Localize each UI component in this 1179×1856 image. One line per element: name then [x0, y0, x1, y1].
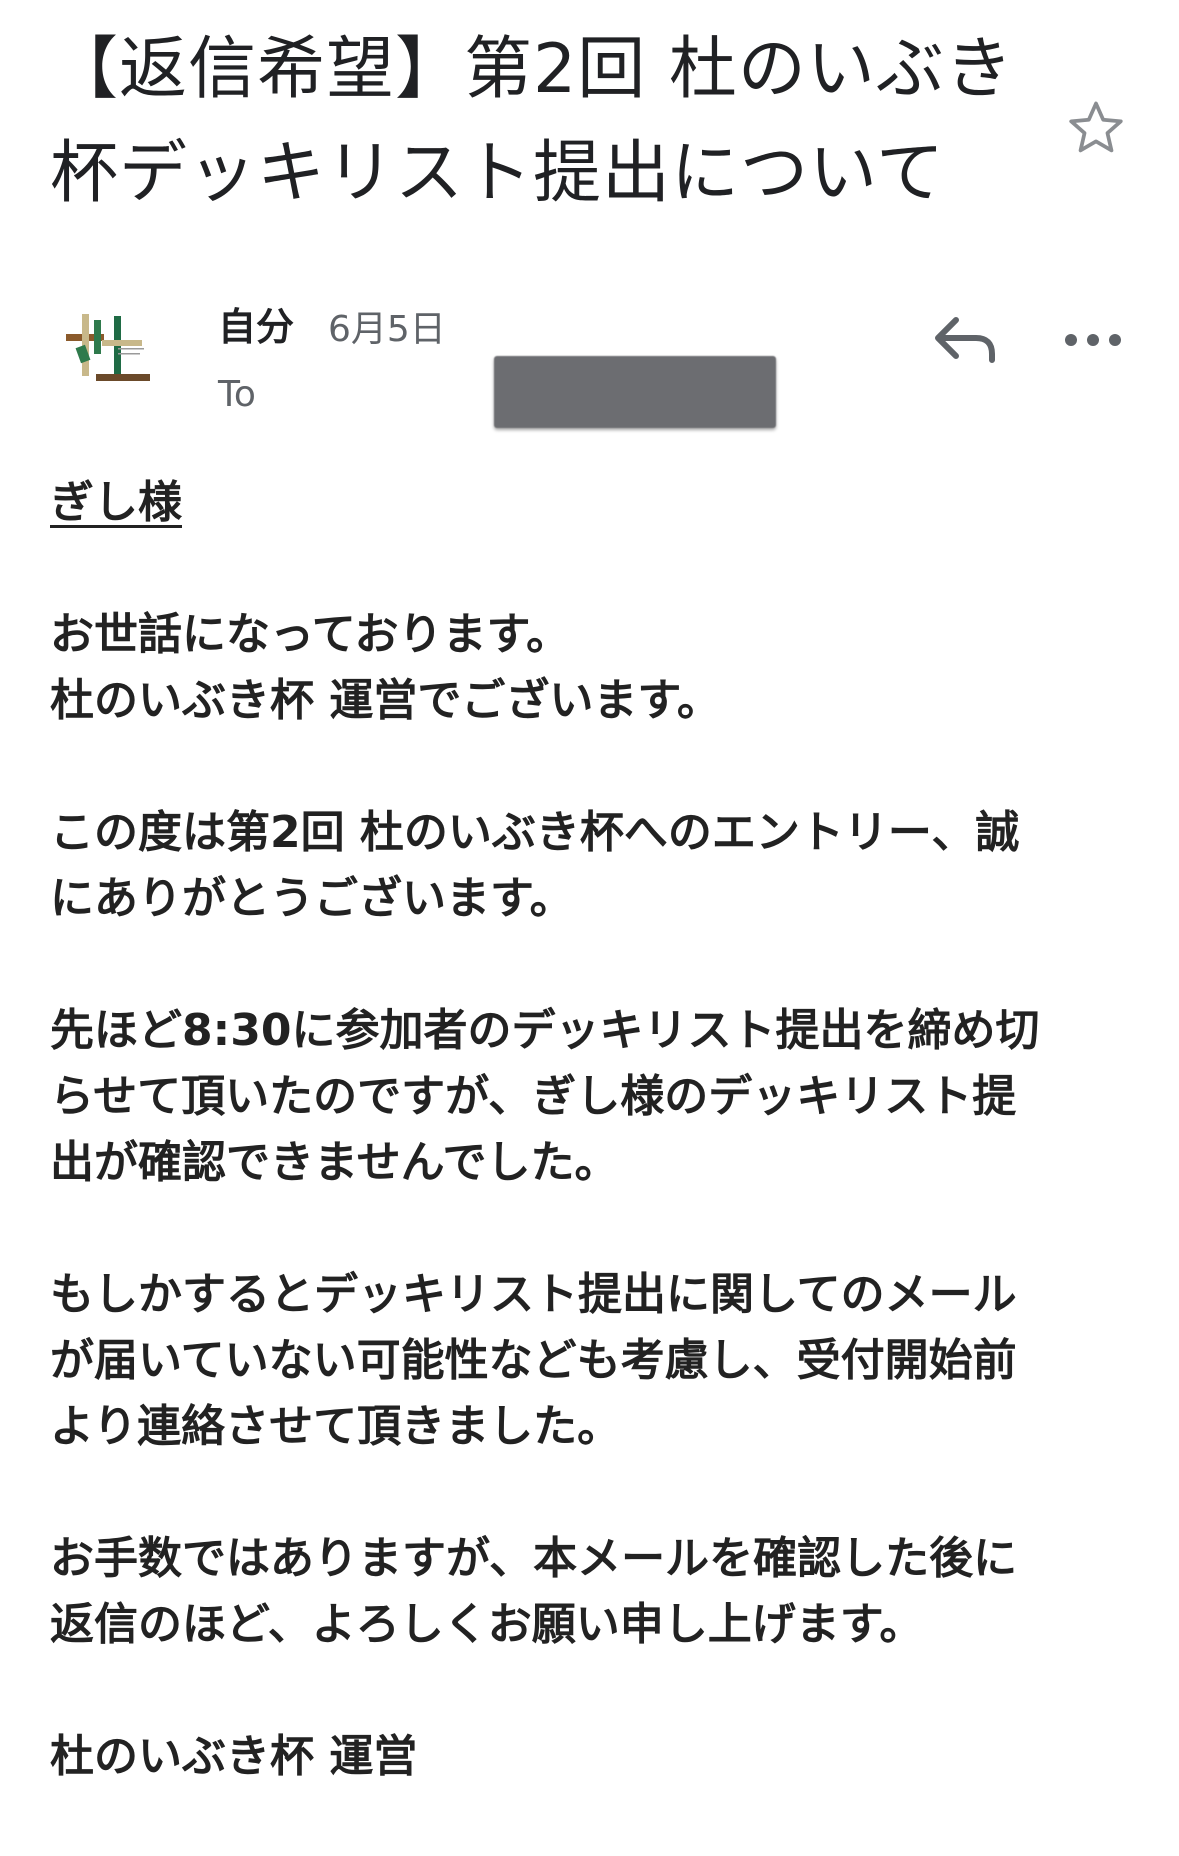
paragraph-5: お手数ではありますが、本メールを確認した後に 返信のほど、よろしくお願い申し上げ… — [50, 1526, 1150, 1658]
more-options-icon[interactable] — [1062, 318, 1124, 362]
paragraph-3: 先ほど8:30に参加者のデッキリスト提出を締め切 らせて頂いたのですが、ぎし様の… — [50, 998, 1150, 1196]
body-line: 杜のいぶき杯 運営でございます。 — [50, 675, 721, 726]
reply-icon[interactable] — [930, 310, 1000, 370]
body-line: 出が確認できませんでした。 — [50, 1137, 619, 1188]
sender-avatar[interactable] — [56, 300, 168, 412]
subject-line-1: 【返信希望】第2回 杜のいぶき — [50, 30, 1014, 109]
sent-date: 6月5日 — [328, 309, 446, 350]
paragraph-1: お世話になっております。 杜のいぶき杯 運営でございます。 — [50, 602, 1150, 734]
email-body: ぎし様 お世話になっております。 杜のいぶき杯 運営でございます。 この度は第2… — [50, 470, 1150, 1856]
body-line: お手数ではありますが、本メールを確認した後に — [50, 1533, 1018, 1584]
signature: 杜のいぶき杯 運営 — [50, 1724, 1150, 1790]
body-line: が届いていない可能性なども考慮し、受付開始前 — [50, 1335, 1017, 1386]
mori-no-ibuki-logo-icon — [66, 314, 150, 381]
body-line: お世話になっております。 — [50, 609, 571, 660]
greeting: ぎし様 — [50, 477, 182, 528]
body-line: 先ほど8:30に参加者のデッキリスト提出を締め切 — [50, 1005, 1040, 1056]
paragraph-4: もしかするとデッキリスト提出に関してのメール が届いていない可能性なども考慮し、… — [50, 1262, 1150, 1460]
star-icon[interactable] — [1064, 96, 1128, 160]
body-line: より連絡させて頂きました。 — [50, 1401, 622, 1452]
sender-name: 自分 — [218, 305, 295, 349]
paragraph-2: この度は第2回 杜のいぶき杯へのエントリー、誠 にありがとうございます。 — [50, 800, 1150, 932]
to-label[interactable]: To — [218, 374, 256, 415]
body-line: もしかするとデッキリスト提出に関してのメール — [50, 1269, 1017, 1320]
body-line: にありがとうございます。 — [50, 873, 574, 924]
signature-line: 杜のいぶき杯 運営 — [50, 1731, 418, 1782]
email-subject: 【返信希望】第2回 杜のいぶき 杯デッキリスト提出について — [50, 18, 1050, 226]
body-line: らせて頂いたのですが、ぎし様のデッキリスト提 — [50, 1071, 1017, 1122]
recipient-redacted — [494, 356, 776, 428]
body-line: 返信のほど、よろしくお願い申し上げます。 — [50, 1599, 924, 1650]
subject-line-2: 杯デッキリスト提出について — [50, 134, 945, 213]
body-line: この度は第2回 杜のいぶき杯へのエントリー、誠 — [50, 807, 1020, 858]
